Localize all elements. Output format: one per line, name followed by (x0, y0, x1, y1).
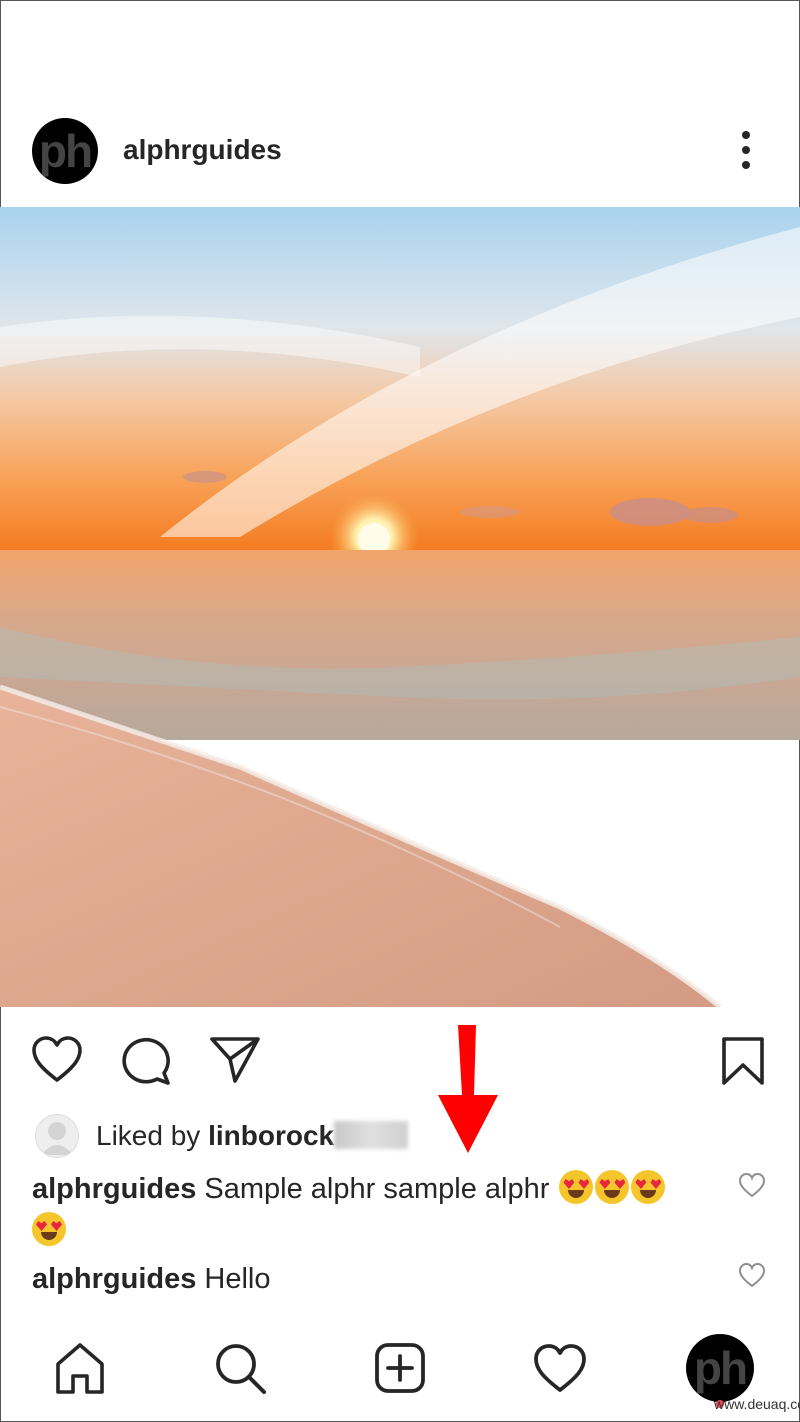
heart-eyes-emoji-icon (631, 1170, 666, 1204)
post-author-avatar[interactable]: ph (32, 118, 98, 184)
post-header: ph alphrguides (0, 112, 800, 192)
liker-avatar (35, 1114, 79, 1158)
home-icon[interactable] (52, 1340, 108, 1396)
comment-text: Sample alphr sample alphr (196, 1173, 558, 1205)
more-options-icon[interactable] (736, 130, 756, 170)
avatar-logo-text: ph (693, 1342, 748, 1394)
default-user-icon (41, 1122, 73, 1155)
comment-item: alphrguides Sample alphr sample alphr (32, 1168, 722, 1252)
search-icon[interactable] (212, 1340, 268, 1396)
share-icon[interactable] (208, 1033, 262, 1087)
bookmark-icon[interactable] (716, 1033, 770, 1087)
comment-username[interactable]: alphrguides (32, 1173, 196, 1205)
heart-eyes-emoji-icon (595, 1170, 630, 1204)
comment-username[interactable]: alphrguides (32, 1263, 196, 1295)
post-photo[interactable] (0, 207, 800, 1007)
heart-eyes-emoji-icon (559, 1170, 594, 1204)
add-post-icon[interactable] (372, 1340, 428, 1396)
liked-by-text: Liked by linborock (96, 1120, 409, 1152)
likes-row[interactable]: Liked by linborock (0, 1112, 800, 1160)
profile-avatar[interactable]: ph (686, 1334, 754, 1402)
heart-eyes-emoji-icon (32, 1212, 66, 1246)
bottom-navigation: ph (0, 1330, 800, 1410)
comment-like-icon[interactable] (738, 1172, 766, 1198)
liked-by-prefix: Liked by (96, 1120, 209, 1151)
blurred-username-part (334, 1121, 409, 1149)
post-author-username[interactable]: alphrguides (123, 134, 282, 166)
comment-item: alphrguides Hello (32, 1258, 722, 1300)
like-icon[interactable] (30, 1033, 84, 1087)
comment-icon[interactable] (120, 1033, 174, 1087)
activity-icon[interactable] (532, 1340, 588, 1396)
post-actions-bar (0, 1025, 800, 1095)
liker-username[interactable]: linborock (208, 1120, 334, 1151)
comment-text: Hello (196, 1263, 271, 1295)
watermark: www.deuaq.com (714, 1396, 800, 1412)
comment-like-icon[interactable] (738, 1262, 766, 1288)
avatar-logo-text: ph (38, 125, 93, 177)
